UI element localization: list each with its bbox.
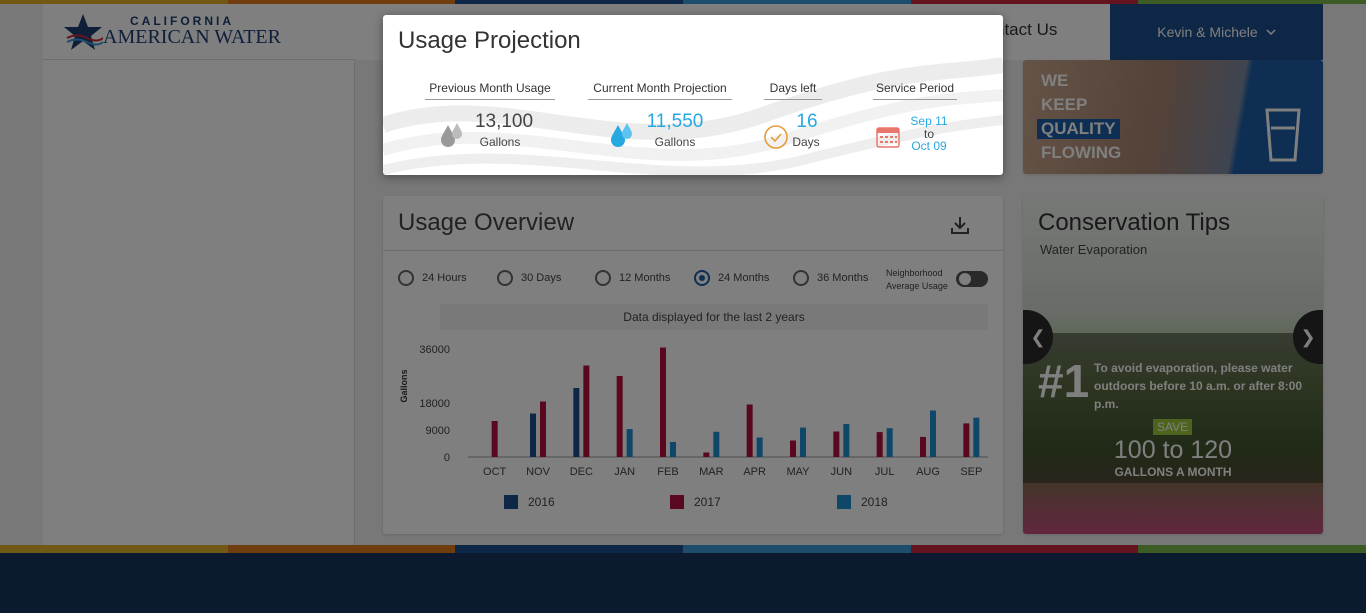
days-left-unit: Days [792, 135, 820, 149]
usage-projection-title: Usage Projection [398, 27, 581, 54]
water-drops-blue-icon [611, 123, 632, 147]
current-month-label: Current Month Projection [588, 81, 732, 100]
current-month-value: 11,550 [646, 111, 704, 132]
previous-month-value: 13,100 [474, 111, 534, 132]
days-left-value: 16 [796, 111, 818, 132]
water-drops-gray-icon [441, 123, 462, 147]
service-period-start: Sep 11 [910, 114, 948, 128]
current-month-unit: Gallons [654, 135, 696, 149]
service-period-end: Oct 09 [911, 139, 947, 153]
previous-month-label: Previous Month Usage [425, 81, 555, 100]
service-period-label: Service Period [873, 81, 957, 100]
previous-month-unit: Gallons [479, 135, 521, 149]
usage-projection-modal: Usage Projection Previous Month Usage 13… [383, 15, 1003, 175]
clock-check-icon [764, 125, 788, 149]
days-left-label: Days left [764, 81, 822, 100]
service-period-dates: Sep 11 to Oct 09 [903, 115, 955, 153]
calendar-icon [876, 127, 900, 148]
